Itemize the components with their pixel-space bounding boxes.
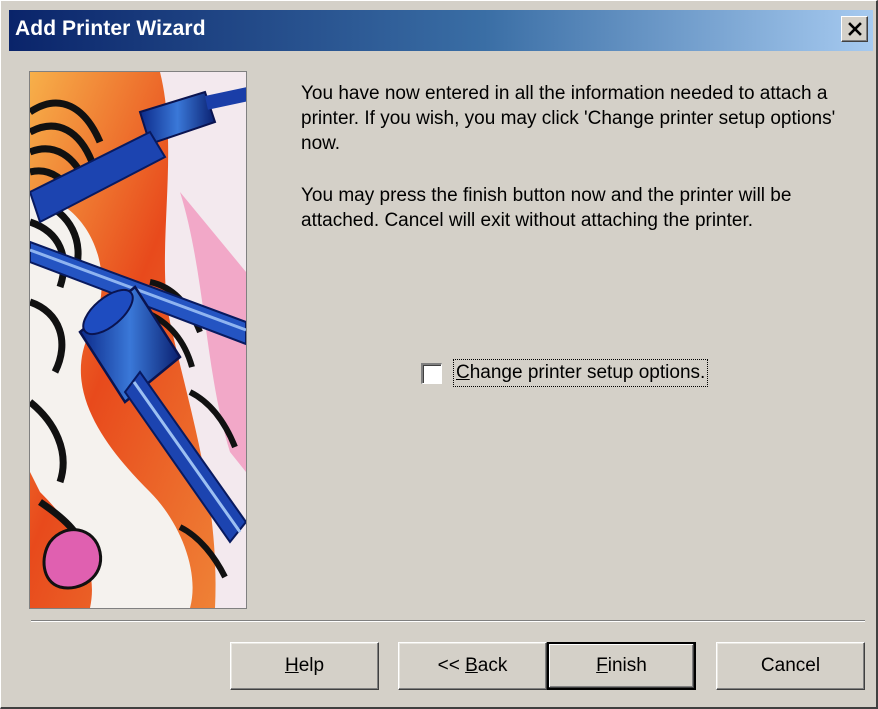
change-setup-options-checkbox[interactable] (421, 363, 442, 384)
back-label-rest: ack (477, 655, 508, 676)
info-paragraph-2: You may press the finish button now and … (301, 185, 792, 231)
info-paragraph-1: You have now entered in all the informat… (301, 83, 836, 154)
add-printer-wizard-window: Add Printer Wizard You have now entered … (0, 0, 878, 709)
cancel-button[interactable]: Cancel (716, 642, 865, 690)
back-button[interactable]: << Back (398, 642, 547, 690)
title-bar[interactable]: Add Printer Wizard (9, 10, 873, 51)
change-setup-options-label[interactable]: Change printer setup options. (453, 359, 709, 387)
window-title: Add Printer Wizard (15, 17, 206, 40)
mnemonic-c: C (456, 362, 470, 383)
help-button[interactable]: Help (230, 642, 379, 690)
label-text: hange printer setup options. (469, 362, 706, 383)
back-prefix: << (437, 655, 466, 676)
close-button[interactable] (841, 16, 868, 42)
wizard-artwork (29, 71, 247, 609)
help-mnemonic: H (284, 655, 299, 676)
finish-mnemonic: F (596, 655, 608, 676)
finish-button[interactable]: Finish (547, 642, 696, 690)
finish-label-rest: inish (607, 655, 647, 676)
help-label-rest: elp (298, 655, 325, 676)
back-mnemonic: B (465, 655, 478, 676)
button-separator (31, 620, 865, 622)
printer-cable-illustration (30, 72, 246, 608)
close-icon (848, 22, 862, 36)
